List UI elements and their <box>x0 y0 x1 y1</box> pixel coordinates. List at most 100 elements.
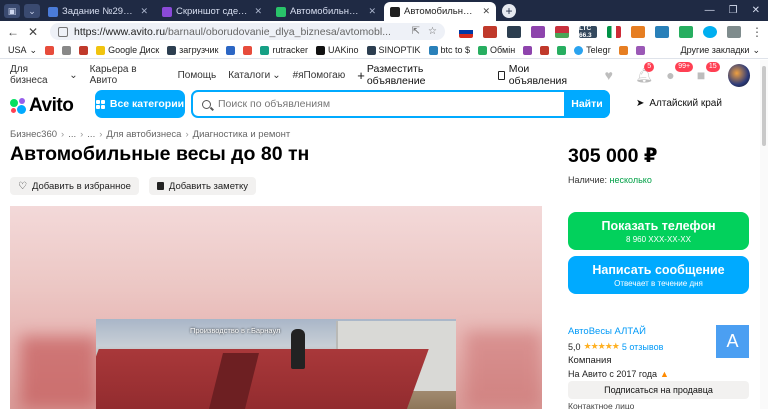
add-to-favorites-button[interactable]: ♡ Добавить в избранное <box>10 177 139 195</box>
breadcrumb-item[interactable]: ... <box>87 129 95 140</box>
bookmark-usa[interactable]: USA ⌄ <box>8 45 37 56</box>
bookmark-rutracker[interactable]: rutracker <box>260 45 308 55</box>
my-ads-link[interactable]: Мои объявления <box>497 63 589 87</box>
bookmark-obmin[interactable]: Обмін <box>478 45 515 55</box>
new-tab-button[interactable]: + <box>502 4 516 18</box>
bookmark-item[interactable] <box>523 45 533 55</box>
listing-photo[interactable]: Производство в г.Барнаул <box>10 206 542 409</box>
download-icon[interactable] <box>679 25 693 38</box>
favorites-heart-icon[interactable]: ♥ <box>605 68 620 82</box>
add-note-button[interactable]: Добавить заметку <box>148 177 257 195</box>
share-icon[interactable]: ⇱ <box>412 26 420 37</box>
bookmark-zagruzchik[interactable]: загрузчик <box>167 45 218 55</box>
more-menu-icon[interactable]: ⋮ <box>751 25 763 39</box>
nav-catalogs[interactable]: Каталоги ⌄ <box>228 70 280 81</box>
bookmark-google-drive[interactable]: Google Диск <box>96 45 159 55</box>
browser-tab[interactable]: Задание №2961451 - про ✕ <box>42 2 154 21</box>
btc-icon <box>428 45 438 55</box>
bookmark-item[interactable] <box>45 45 55 55</box>
find-button[interactable]: Найти <box>564 90 610 118</box>
breadcrumb-item[interactable]: ... <box>68 129 76 140</box>
shield-icon[interactable] <box>483 25 497 38</box>
flag-it-icon[interactable] <box>607 25 621 38</box>
show-phone-button[interactable]: Показать телефон 8 960 XXX-XX-XX <box>568 212 749 250</box>
puzzle-icon[interactable] <box>727 25 741 38</box>
close-tab-icon[interactable]: ✕ <box>368 6 376 17</box>
seller-reviews-link[interactable]: 5 отзывов <box>622 342 664 352</box>
ltc-icon[interactable]: LTC 66.3 <box>579 25 597 39</box>
write-message-button[interactable]: Написать сообщение Отвечает в течение дн… <box>568 256 749 294</box>
bookmark-item[interactable] <box>226 45 236 55</box>
scrollbar-thumb[interactable] <box>762 66 766 146</box>
translate-icon[interactable] <box>531 25 545 38</box>
all-categories-button[interactable]: Все категории <box>95 90 185 118</box>
url-path: /barnaul/oborudovanie_dlya_biznesa/avtom… <box>165 25 391 38</box>
page-scrollbar[interactable] <box>760 60 768 409</box>
nav-for-business[interactable]: Для бизнеса ⌄ <box>10 64 78 86</box>
photo-image: Производство в г.Барнаул <box>96 319 456 409</box>
page-title: Автомобильные весы до 80 тн <box>10 143 310 165</box>
notifications-bell-icon[interactable]: 🔔︎ 5 <box>635 61 655 82</box>
close-tab-icon[interactable]: ✕ <box>482 6 490 17</box>
nav-help[interactable]: Помощь <box>178 70 217 81</box>
avito-logo[interactable]: Avito <box>10 95 74 117</box>
browser-tab[interactable]: Скриншот сделан с помо ✕ <box>156 2 268 21</box>
minimize-icon[interactable]: — <box>705 5 715 16</box>
subscribe-seller-button[interactable]: Подписаться на продавца <box>568 381 749 399</box>
cart-icon[interactable]: ■ 15 <box>697 61 720 82</box>
window-menu-icon[interactable]: ▣ <box>4 4 20 18</box>
calendar-icon[interactable] <box>631 25 645 38</box>
exchange-icon <box>478 45 488 55</box>
nav-ya-pomogayu[interactable]: #яПомогаю <box>293 70 346 81</box>
bookmark-item[interactable] <box>540 45 550 55</box>
bookmark-item[interactable] <box>79 45 89 55</box>
avito-logo-text: Avito <box>29 95 74 116</box>
bookmark-telegram[interactable]: Telegr <box>574 45 611 55</box>
vpn-icon[interactable] <box>507 25 521 38</box>
search-row: Avito Все категории Найти ➤ Алтайский кр… <box>0 90 768 118</box>
bookmark-item[interactable] <box>62 45 72 55</box>
close-tab-icon[interactable]: ✕ <box>140 6 148 17</box>
tab-list-chevron-icon[interactable]: ⌄ <box>24 4 40 18</box>
search-input[interactable] <box>218 98 564 110</box>
messages-icon[interactable]: ● 99+ <box>666 61 694 82</box>
seller-avatar[interactable]: A <box>716 325 749 358</box>
browser-tab-strip: ▣ ⌄ Задание №2961451 - про ✕ Скриншот сд… <box>0 0 768 21</box>
stop-loading-icon[interactable]: ✕ <box>26 25 40 39</box>
breadcrumb-item[interactable]: Диагностика и ремонт <box>193 129 291 140</box>
bookmark-item[interactable] <box>243 45 253 55</box>
bookmark-sinoptik[interactable]: SINOPTIK <box>366 45 421 55</box>
bookmark-favicon-icon <box>45 45 55 55</box>
close-window-icon[interactable]: ✕ <box>752 5 760 16</box>
breadcrumb: Бизнес360 › ... › ... › Для автобизнеса › Ди… <box>10 129 291 140</box>
bookmark-item[interactable] <box>635 45 645 55</box>
bookmark-item[interactable] <box>618 45 628 55</box>
seller-name-link[interactable]: АвтоВесы АЛТАЙ <box>568 326 708 337</box>
bookmark-uakino[interactable]: UAKino <box>315 45 359 55</box>
back-arrow-icon[interactable]: ← <box>6 25 20 39</box>
breadcrumb-item[interactable]: Бизнес360 <box>10 129 57 140</box>
flag-ru-icon[interactable] <box>459 25 473 38</box>
bookmark-btc[interactable]: btc to $ <box>428 45 470 55</box>
user-avatar[interactable] <box>727 63 751 87</box>
avito-icon <box>390 6 400 17</box>
bookmark-star-icon[interactable]: ☆ <box>428 26 437 37</box>
post-ad-link[interactable]: + Разместить объявление <box>357 63 482 87</box>
flag-by-icon[interactable] <box>555 25 569 38</box>
nav-career[interactable]: Карьера в Авито <box>90 64 166 86</box>
region-selector[interactable]: ➤ Алтайский край <box>636 98 722 109</box>
bookmark-favicon-icon <box>523 45 533 55</box>
skype-icon[interactable] <box>703 25 717 38</box>
maximize-icon[interactable]: ❐ <box>729 5 738 16</box>
other-bookmarks[interactable]: Другие закладки ⌄ <box>680 45 768 56</box>
browser-tab[interactable]: Автомобильные весы - К ✕ <box>270 2 382 21</box>
breadcrumb-item[interactable]: Для автобизнеса <box>106 129 181 140</box>
bookmark-item[interactable] <box>557 45 567 55</box>
address-bar[interactable]: https://www.avito.ru/barnaul/oborudovani… <box>50 23 445 40</box>
bookmark-icon[interactable] <box>655 25 669 38</box>
heart-outline-icon: ♡ <box>18 180 27 192</box>
browser-tab-active[interactable]: Автомобильные весы ✕ <box>384 2 496 21</box>
vk-icon <box>226 45 236 55</box>
map-pin-icon <box>557 45 567 55</box>
close-tab-icon[interactable]: ✕ <box>254 6 262 17</box>
